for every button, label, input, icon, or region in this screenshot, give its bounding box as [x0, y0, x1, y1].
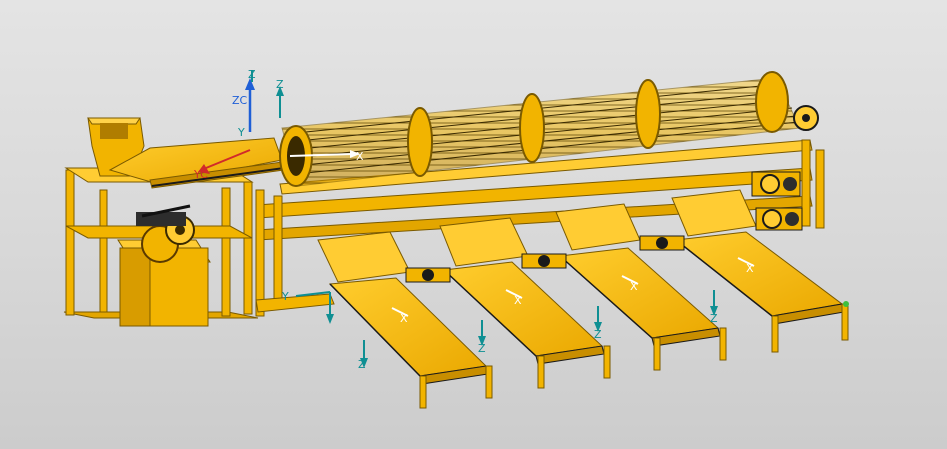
drum-hoop-3: [519, 93, 545, 163]
triad-x-label: X: [356, 150, 364, 163]
gearbox-lower-pulley: [762, 209, 782, 229]
cad-model-scene[interactable]: ZC YC Z Z Y X Y Z X Z X Z X Z X: [0, 0, 947, 449]
head-drive-2-hub: [538, 255, 550, 267]
discharge-chute-4: [671, 189, 757, 237]
discharge-conveyor-2-belt: [442, 261, 604, 357]
drum-drive-hub: [802, 114, 810, 122]
head-drive-3-hub: [656, 237, 668, 249]
feed-motor-mount: [136, 212, 186, 226]
sub-triad-4-z-label: Z: [710, 312, 718, 325]
sub-triad-4-x-label: X: [746, 262, 754, 275]
discharge-chute-3: [555, 203, 641, 251]
discharge-conveyor-4-leg-right: [841, 303, 849, 341]
graphics-viewport[interactable]: ZC YC Z Z Y X Y Z X Z X Z X Z X: [0, 0, 947, 449]
discharge-conveyor-1-leg-right: [485, 365, 493, 399]
main-post-4: [815, 149, 825, 229]
sub-triad-1-y-label: Y: [281, 290, 289, 303]
triad-y-label: Y: [237, 126, 245, 139]
triad-yc-label: YC: [193, 168, 208, 181]
feed-leg-front-mid: [99, 189, 108, 313]
feed-leg-front-left: [65, 169, 75, 316]
feed-leg-back-right: [243, 181, 253, 315]
discharge-conveyor-1-leg-left: [419, 375, 427, 409]
triad-z-label: Z: [276, 78, 284, 91]
head-drive-1-hub: [422, 269, 434, 281]
discharge-conveyor-2-leg-left: [537, 355, 545, 389]
feed-leg-front-right: [221, 187, 231, 317]
gearbox-lower-motor: [785, 212, 799, 226]
discharge-conveyor-1: [328, 277, 493, 409]
sub-triad-1-x-label: X: [400, 312, 408, 325]
sub-triad-1-z-label: Z: [358, 358, 366, 371]
sub-triad-3-z-label: Z: [594, 328, 602, 341]
discharge-conveyors: [328, 231, 849, 409]
main-post-3: [801, 139, 811, 227]
sub-triad-2-z-label: Z: [478, 342, 486, 355]
gearbox-upper-motor: [783, 177, 797, 191]
conveyor-end-marker: [843, 301, 849, 307]
discharge-conveyor-1-belt: [328, 277, 488, 377]
sub-triad-3-x-label: X: [630, 280, 638, 293]
sub-triad-2-x-label: X: [514, 294, 522, 307]
discharge-chute-2: [439, 217, 529, 267]
discharge-conveyor-3-leg-left: [653, 337, 661, 371]
discharge-conveyor-3-belt: [558, 247, 720, 339]
feed-motor-hub: [175, 225, 185, 235]
hopper-opening: [100, 123, 128, 139]
feed-motor-box-side: [119, 247, 151, 327]
main-post-2: [273, 195, 283, 309]
discharge-chute-1: [317, 231, 411, 283]
main-post-1: [255, 189, 265, 317]
main-bottom-rail: [255, 293, 335, 313]
discharge-conveyor-3-leg-right: [719, 327, 727, 361]
drum-hoop-2: [407, 107, 433, 177]
discharge-conveyor-2-leg-right: [603, 345, 611, 379]
triad-zc-label: ZC: [232, 94, 248, 107]
discharge-conveyor-4-leg-left: [771, 315, 779, 353]
triad-z-top-label: Z: [248, 68, 256, 81]
drum-hoop-4: [635, 79, 661, 149]
discharge-conveyor-4-belt: [674, 231, 844, 317]
gearbox-upper-pulley: [760, 174, 780, 194]
drum-hoop-5: [755, 71, 789, 133]
